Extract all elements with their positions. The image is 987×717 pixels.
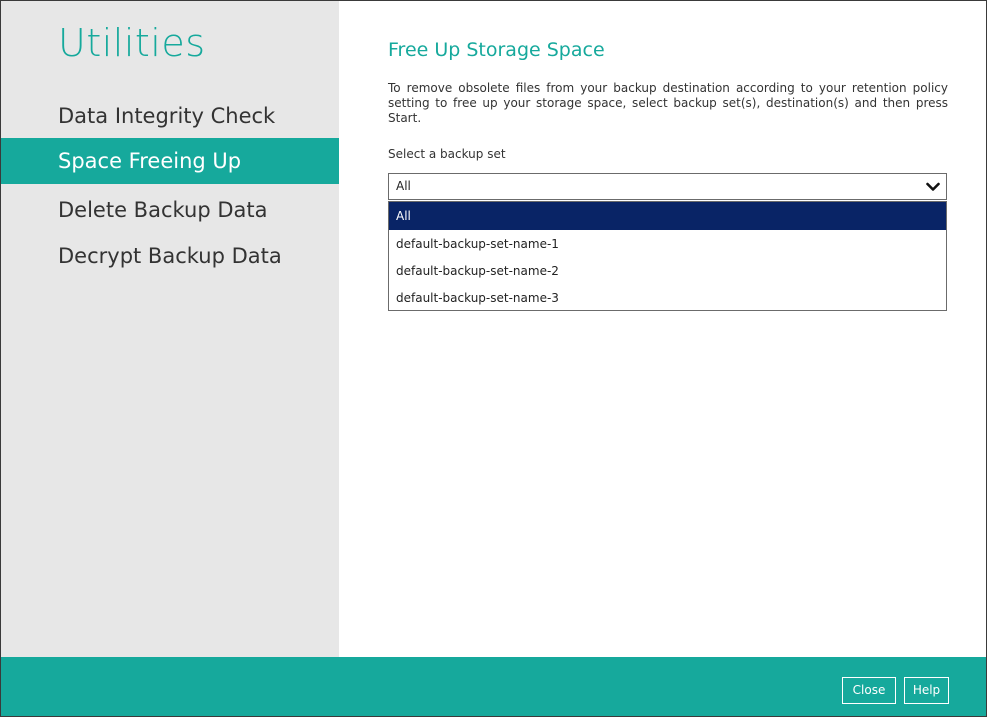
sidebar-item-space-freeing-up[interactable]: Space Freeing Up: [1, 138, 339, 184]
sidebar-item-data-integrity-check[interactable]: Data Integrity Check: [1, 93, 339, 139]
sidebar-item-delete-backup-data[interactable]: Delete Backup Data: [1, 187, 339, 233]
dropdown-option-backup-set-2[interactable]: default-backup-set-name-2: [389, 257, 946, 285]
close-button[interactable]: Close: [842, 677, 896, 704]
dropdown-option-backup-set-1[interactable]: default-backup-set-name-1: [389, 230, 946, 258]
backup-set-select-value: All: [396, 179, 411, 193]
backup-set-dropdown-list: All default-backup-set-name-1 default-ba…: [388, 201, 947, 311]
footer-bar: Close Help: [1, 657, 986, 716]
sidebar: Utilities Data Integrity Check Space Fre…: [1, 1, 339, 657]
backup-set-select[interactable]: All: [388, 173, 947, 200]
dropdown-option-all[interactable]: All: [389, 202, 946, 230]
page-title: Free Up Storage Space: [388, 39, 605, 61]
help-button[interactable]: Help: [904, 677, 949, 704]
backup-set-select-label: Select a backup set: [388, 147, 506, 161]
utilities-window: Utilities Data Integrity Check Space Fre…: [0, 0, 987, 717]
page-description: To remove obsolete files from your backu…: [388, 81, 948, 125]
dropdown-option-backup-set-3[interactable]: default-backup-set-name-3: [389, 284, 946, 312]
chevron-down-icon: [926, 182, 940, 191]
sidebar-item-decrypt-backup-data[interactable]: Decrypt Backup Data: [1, 233, 339, 279]
sidebar-title: Utilities: [58, 21, 206, 65]
